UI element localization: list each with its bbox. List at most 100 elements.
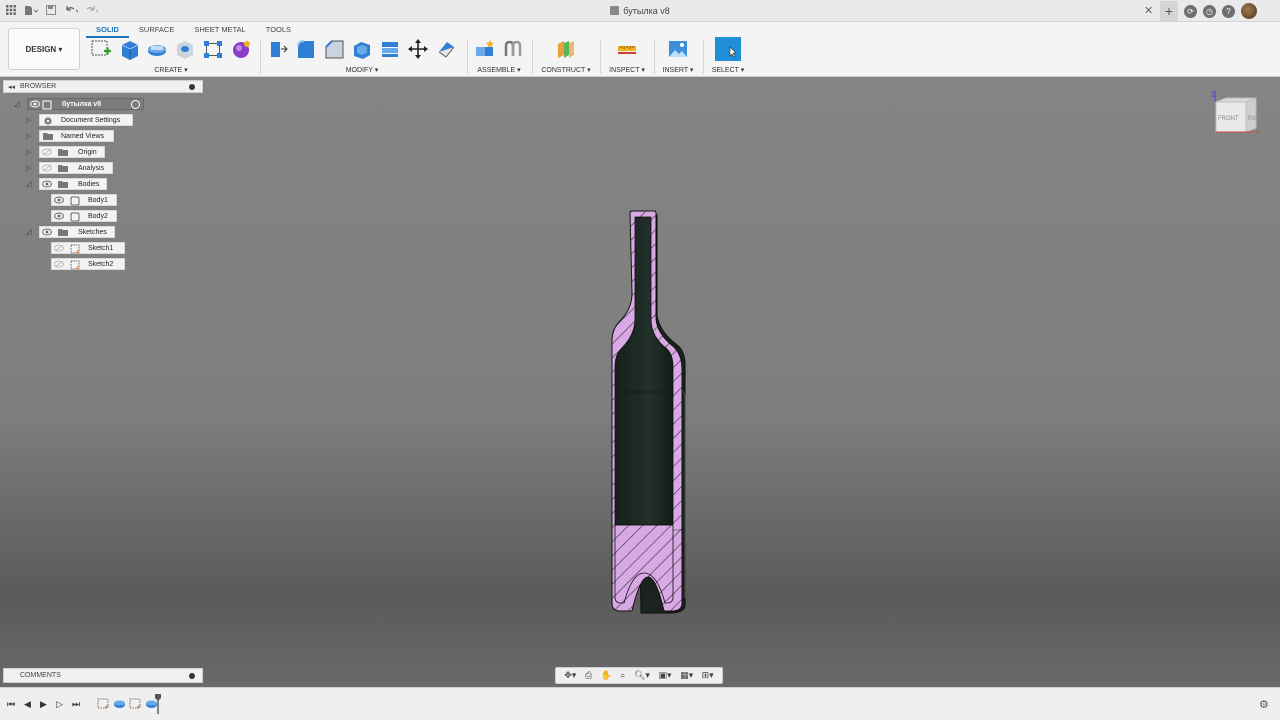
measure-icon[interactable] xyxy=(616,38,638,60)
body1-item[interactable]: Body1 xyxy=(51,194,117,206)
inspect-menu-label[interactable]: INSPECT xyxy=(609,67,639,74)
analysis-item[interactable]: Analysis xyxy=(39,162,113,174)
comments-panel-header[interactable]: COMMENTS xyxy=(3,668,203,683)
orbit-icon[interactable]: ✥▾ xyxy=(564,670,576,681)
sketch1-item[interactable]: Sketch1 xyxy=(51,242,125,254)
toolbar-divider xyxy=(260,40,261,74)
go-to-start-icon[interactable]: ⏮ xyxy=(7,699,15,710)
new-component-icon[interactable] xyxy=(474,38,496,60)
origin-item[interactable]: Origin xyxy=(39,146,105,158)
comments-title: COMMENTS xyxy=(20,672,61,679)
insert-image-icon[interactable] xyxy=(667,38,689,60)
zoom-window-icon[interactable]: 🔍︎▾ xyxy=(634,670,650,681)
assemble-menu-label[interactable]: ASSEMBLE xyxy=(477,67,515,74)
hidden-eye-icon[interactable] xyxy=(42,163,52,173)
step-forward-icon[interactable]: ▷ xyxy=(56,699,63,710)
extrude-icon[interactable] xyxy=(118,38,140,60)
viewcube-front[interactable]: FRONT xyxy=(1218,116,1239,122)
folder-icon xyxy=(43,132,53,140)
offset-plane-icon[interactable] xyxy=(555,38,577,60)
select-menu-label[interactable]: SELECT xyxy=(712,67,739,74)
hidden-eye-icon[interactable] xyxy=(42,147,52,157)
visibility-eye-icon[interactable] xyxy=(42,179,52,189)
toolbar-divider xyxy=(467,40,468,74)
collapse-panel-icon[interactable]: ◂◂ xyxy=(8,83,15,91)
collapse-triangle-icon[interactable]: ◿ xyxy=(26,180,36,188)
close-tab-icon[interactable]: ✕ xyxy=(1144,4,1153,17)
extensions-icon[interactable]: ⟳ xyxy=(1184,4,1197,18)
timeline-sketch-icon[interactable] xyxy=(97,697,110,710)
viewports-icon[interactable]: ⊞▾ xyxy=(702,670,714,681)
step-back-icon[interactable]: ◀︎ xyxy=(24,699,31,710)
hole-icon[interactable] xyxy=(174,38,196,60)
timeline-marker[interactable] xyxy=(155,694,161,714)
construct-menu-label[interactable]: CONSTRUCT xyxy=(541,67,585,74)
create-form-icon[interactable] xyxy=(230,38,252,60)
new-tab-button[interactable]: + xyxy=(1160,1,1178,21)
look-at-icon[interactable]: ⎙ xyxy=(585,670,592,681)
collapse-triangle-icon[interactable]: ◿ xyxy=(14,100,24,108)
chamfer-icon[interactable] xyxy=(323,38,345,60)
zoom-icon[interactable]: ⌕ xyxy=(620,670,625,681)
timeline-settings-gear-icon[interactable]: ⚙ xyxy=(1259,698,1269,711)
insert-menu-label[interactable]: INSERT xyxy=(663,67,688,74)
viewcube-right[interactable]: RIGHT xyxy=(1248,116,1267,122)
document-title: бутылка v8 xyxy=(0,6,1280,16)
bottle-model[interactable] xyxy=(595,205,705,620)
sketch2-item[interactable]: Sketch2 xyxy=(51,258,125,270)
hidden-eye-icon[interactable] xyxy=(54,259,64,269)
sketches-folder[interactable]: Sketches xyxy=(39,226,115,238)
play-icon[interactable]: ▶︎ xyxy=(40,699,47,710)
expand-triangle-icon[interactable]: ▷ xyxy=(26,148,36,156)
display-settings-icon[interactable]: ▣▾ xyxy=(658,670,671,681)
fillet-icon[interactable] xyxy=(295,38,317,60)
visibility-eye-icon[interactable] xyxy=(54,211,64,221)
select-icon[interactable] xyxy=(715,37,741,61)
panel-pin-icon[interactable] xyxy=(189,84,195,90)
panel-pin-icon[interactable] xyxy=(189,673,195,679)
timeline-sketch-icon[interactable] xyxy=(129,697,142,710)
delete-face-icon[interactable] xyxy=(435,38,457,60)
hidden-eye-icon[interactable] xyxy=(54,243,64,253)
expand-triangle-icon[interactable]: ▷ xyxy=(26,132,36,140)
shell-icon[interactable] xyxy=(351,38,373,60)
job-status-icon[interactable]: ◷ xyxy=(1203,4,1216,18)
document-settings-item[interactable]: Document Settings xyxy=(39,114,133,126)
axis-z-label: Z xyxy=(1211,90,1216,99)
help-icon[interactable]: ? xyxy=(1222,4,1235,18)
user-avatar[interactable] xyxy=(1241,3,1257,19)
pattern-icon[interactable] xyxy=(202,38,224,60)
browser-panel-header[interactable]: ◂◂ BROWSER xyxy=(3,80,203,93)
activate-radio-icon[interactable] xyxy=(131,100,140,109)
go-to-end-icon[interactable]: ⏭ xyxy=(72,699,80,710)
expand-triangle-icon[interactable]: ▷ xyxy=(26,164,36,172)
expand-triangle-icon[interactable]: ▷ xyxy=(26,116,36,124)
move-icon[interactable] xyxy=(407,38,429,60)
insert-group: INSERT ▾ xyxy=(656,36,700,76)
named-views-item[interactable]: Named Views xyxy=(39,130,114,142)
timeline-revolve-icon[interactable] xyxy=(113,697,126,710)
viewcube[interactable]: Z FRONT RIGHT X xyxy=(1208,90,1268,145)
modify-menu-label[interactable]: MODIFY xyxy=(346,67,373,74)
revolve-icon[interactable] xyxy=(146,38,168,60)
visibility-eye-icon[interactable] xyxy=(54,195,64,205)
pan-icon[interactable]: ✋ xyxy=(601,670,612,681)
workspace-switcher[interactable]: DESIGN ▾ xyxy=(8,28,80,70)
timeline-bar: ⏮ ◀︎ ▶︎ ▷ ⏭ ⚙ xyxy=(0,687,1280,720)
visibility-eye-icon[interactable] xyxy=(42,227,52,237)
inspect-group: INSPECT ▾ xyxy=(602,36,652,76)
toolbar-divider xyxy=(600,40,601,74)
bodies-folder[interactable]: Bodies xyxy=(39,178,107,190)
press-pull-icon[interactable] xyxy=(267,38,289,60)
grid-settings-icon[interactable]: ▦▾ xyxy=(680,670,693,681)
root-component[interactable]: бутылка v8 xyxy=(27,98,144,110)
create-sketch-icon[interactable] xyxy=(90,38,112,60)
axis-x-label: X xyxy=(1256,131,1260,137)
split-body-icon[interactable] xyxy=(379,38,401,60)
collapse-triangle-icon[interactable]: ◿ xyxy=(26,228,36,236)
body2-item[interactable]: Body2 xyxy=(51,210,117,222)
body-icon xyxy=(70,212,80,222)
create-menu-label[interactable]: CREATE xyxy=(154,67,182,74)
joint-icon[interactable] xyxy=(502,38,524,60)
visibility-eye-icon[interactable] xyxy=(30,99,40,109)
